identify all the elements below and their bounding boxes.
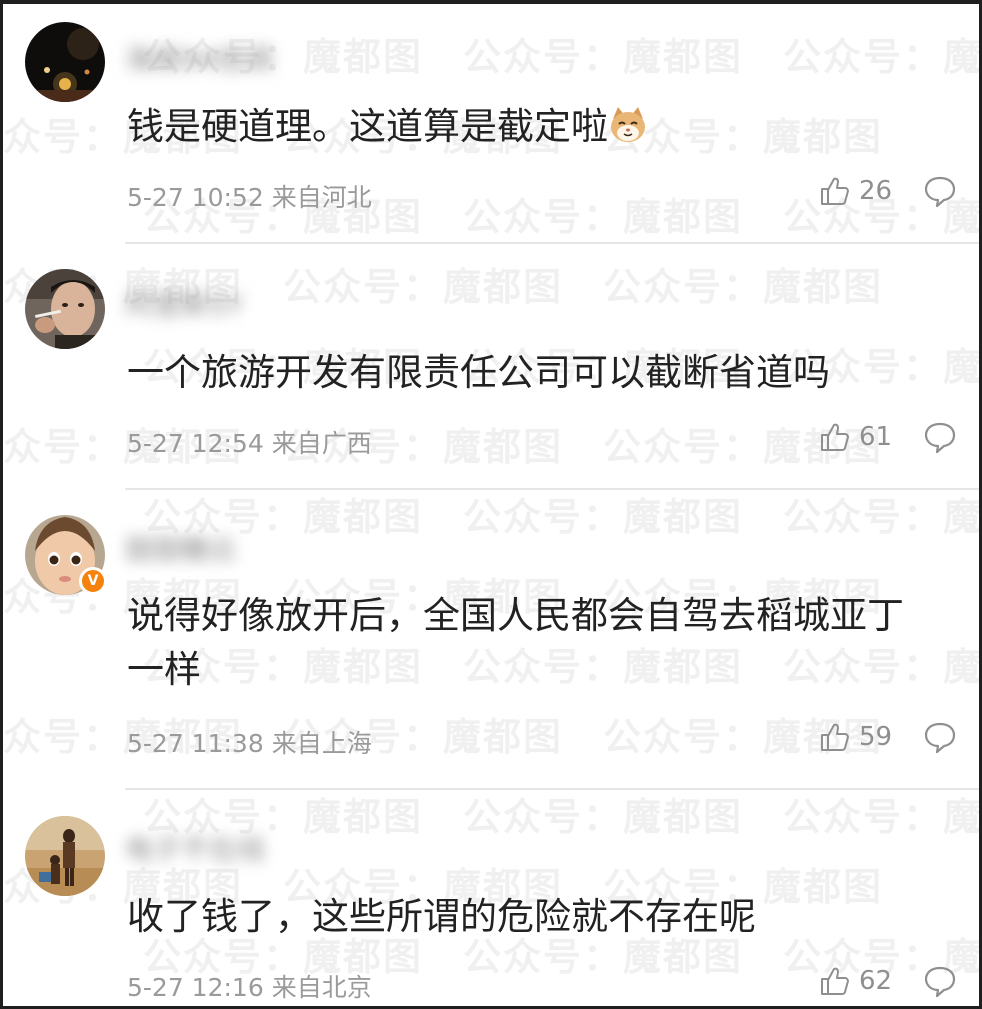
comment-bubble-icon[interactable] [923, 174, 957, 208]
location: 来自北京 [271, 973, 372, 1002]
cat-face-emoji-icon [611, 107, 645, 142]
comment-meta: 5-27 12:16 来自北京 [127, 968, 372, 1004]
timestamp: 5-27 12:16 [127, 973, 264, 1002]
like-count: 62 [859, 966, 893, 996]
comment-bubble-icon[interactable] [923, 420, 957, 454]
desert-children-avatar-icon [25, 816, 105, 896]
watermark-text: 公众号：魔都图 公众号：魔都图 公众号：魔都图 [143, 495, 982, 539]
like-count: 61 [859, 422, 893, 452]
comment-text: 说得好像放开后，全国人民都会自驾去稻城亚丁一样 [127, 594, 904, 691]
location: 来自河北 [271, 183, 372, 212]
thumbs-up-icon [821, 177, 849, 205]
comment-screenshot: 公众号：魔都图 公众号：魔都图 公众号：魔都图 公众号：魔都图 公众号：魔都图 … [0, 0, 982, 1009]
avatar[interactable] [25, 816, 105, 896]
comment-text-body: 钱是硬道理。这道算是截定啦 [127, 105, 608, 148]
like-count: 59 [859, 722, 893, 752]
night-scene-avatar-icon [25, 22, 105, 102]
thumbs-up-icon [821, 423, 849, 451]
username[interactable]: 电子不在线 [125, 832, 265, 868]
username[interactable]: 甜甜糖云 [125, 532, 237, 568]
like-button[interactable]: 26 [819, 174, 892, 208]
comment-text: 一个旅游开发有限责任公司可以截断省道吗 [127, 351, 830, 394]
avatar[interactable] [25, 269, 105, 349]
thumbs-up-icon [821, 967, 849, 995]
verified-badge: V [79, 567, 107, 595]
like-button[interactable]: 61 [819, 420, 892, 454]
timestamp: 5-27 10:52 [127, 183, 264, 212]
location: 来自广西 [271, 429, 372, 458]
avatar[interactable] [25, 22, 105, 102]
comment-meta: 5-27 10:52 来自河北 [127, 178, 372, 214]
watermark-text: 公众号：魔都图 公众号：魔都图 公众号：魔都图 [143, 795, 982, 839]
comment-bubble-icon[interactable] [923, 964, 957, 998]
comment-text: 钱是硬道理。这道算是截定啦 [127, 100, 929, 154]
thumbs-up-icon [821, 723, 849, 751]
comment-text: 收了钱了，这些所谓的危险就不存在呢 [127, 895, 756, 938]
divider [125, 788, 979, 790]
divider [125, 242, 979, 244]
divider [125, 488, 979, 490]
man-smoking-avatar-icon [25, 269, 105, 349]
like-count: 26 [859, 176, 893, 206]
like-button[interactable]: 62 [819, 964, 892, 998]
comment-meta: 5-27 11:38 来自上海 [127, 724, 372, 760]
location: 来自上海 [271, 729, 372, 758]
comment-bubble-icon[interactable] [923, 720, 957, 754]
timestamp: 5-27 11:38 [127, 729, 264, 758]
like-button[interactable]: 59 [819, 720, 892, 754]
comment-meta: 5-27 12:54 来自广西 [127, 424, 372, 460]
timestamp: 5-27 12:54 [127, 429, 264, 458]
username[interactable]: 阿里斯SY [125, 287, 244, 323]
username[interactable]: 海南94低调 [125, 42, 273, 78]
